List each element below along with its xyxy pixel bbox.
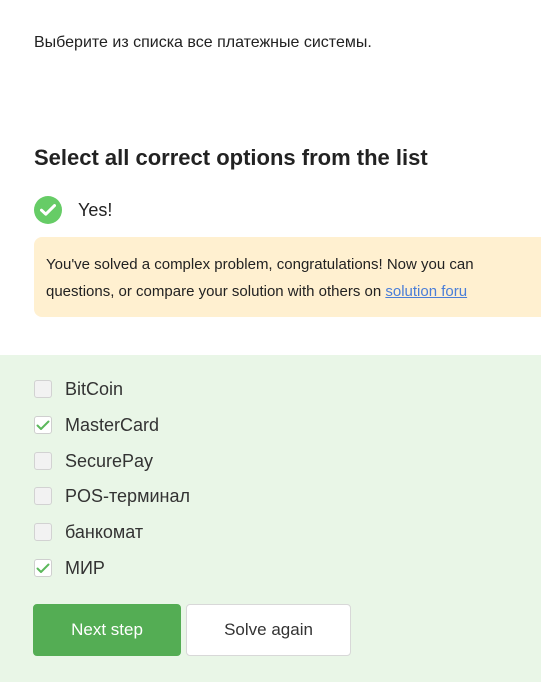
feedback-hint-box: You've solved a complex problem, congrat… — [34, 237, 541, 317]
option-securepay[interactable]: SecurePay — [34, 450, 153, 472]
checkbox-checked[interactable] — [34, 559, 52, 577]
option-label: BitCoin — [65, 378, 124, 399]
hint-line-2-text: questions, or compare your solution with… — [46, 283, 386, 300]
option-label: MasterCard — [65, 414, 160, 435]
checkbox-checked[interactable] — [34, 416, 52, 434]
option-atm[interactable]: банкомат — [34, 521, 143, 543]
checkmark-icon — [36, 563, 50, 573]
result-label: Yes! — [78, 199, 113, 220]
option-label: SecurePay — [65, 450, 154, 471]
result-status: Yes! — [34, 196, 112, 224]
checkbox[interactable] — [34, 523, 52, 541]
question-text: Выберите из списка все платежные системы… — [34, 34, 372, 51]
solution-forum-link[interactable]: solution foru — [385, 283, 467, 300]
option-label: POS-терминал — [65, 485, 190, 506]
hint-line-2: questions, or compare your solution with… — [46, 278, 541, 305]
option-bitcoin[interactable]: BitCoin — [34, 378, 123, 400]
solve-again-button[interactable]: Solve again — [186, 604, 351, 656]
quiz-page: Выберите из списка все платежные системы… — [0, 0, 541, 682]
option-mir[interactable]: МИР — [34, 557, 105, 579]
option-pos-terminal[interactable]: POS-терминал — [34, 485, 190, 507]
next-step-button[interactable]: Next step — [33, 604, 181, 656]
checkbox[interactable] — [34, 380, 52, 398]
option-label: банкомат — [65, 521, 144, 542]
checkbox[interactable] — [34, 487, 52, 505]
hint-line-1: You've solved a complex problem, congrat… — [46, 256, 474, 273]
option-mastercard[interactable]: MasterCard — [34, 414, 159, 436]
option-label: МИР — [65, 557, 105, 578]
checkmark-icon — [36, 420, 50, 430]
checkbox[interactable] — [34, 452, 52, 470]
section-title: Select all correct options from the list — [34, 145, 428, 170]
check-circle-icon — [34, 196, 62, 224]
